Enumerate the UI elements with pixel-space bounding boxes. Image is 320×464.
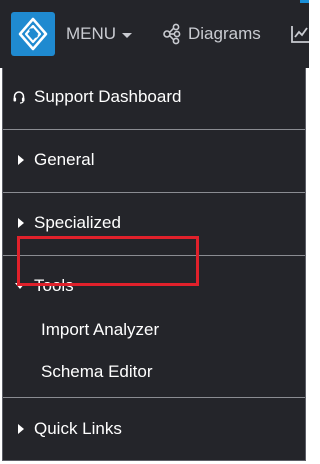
headset-icon	[13, 91, 25, 104]
caret-down-icon	[122, 32, 133, 38]
menu-item-label: Specialized	[34, 213, 121, 232]
menu-item-general[interactable]: General	[3, 147, 305, 173]
menu-item-quick-links[interactable]: Quick Links	[3, 416, 305, 442]
diamond-logo-icon	[18, 17, 48, 51]
menu-button-label: MENU	[66, 24, 117, 43]
diagrams-button-label: Diagrams	[188, 24, 261, 43]
triangle-right-icon	[18, 424, 24, 434]
submenu-item-import-analyzer[interactable]: Import Analyzer	[41, 320, 159, 340]
submenu-item-schema-editor[interactable]: Schema Editor	[41, 362, 153, 382]
menu-item-specialized[interactable]: Specialized	[3, 210, 305, 236]
menu-item-label: Quick Links	[34, 419, 122, 438]
menu-button[interactable]: MENU	[66, 22, 133, 46]
logo[interactable]	[11, 12, 55, 56]
triangle-right-icon	[18, 218, 24, 228]
chart-button[interactable]	[290, 24, 309, 44]
top-navbar: MENU Diagrams	[0, 0, 309, 68]
divider	[3, 192, 305, 193]
diagrams-button[interactable]: Diagrams	[162, 22, 261, 46]
menu-item-label: General	[34, 150, 95, 169]
submenu-item-label: Import Analyzer	[41, 320, 160, 339]
topbar-accent	[300, 0, 309, 3]
submenu-item-label: Schema Editor	[41, 362, 153, 381]
triangle-right-icon	[18, 155, 24, 165]
menu-item-label: Support Dashboard	[34, 87, 182, 106]
highlight-box	[17, 236, 199, 286]
diagram-nodes-icon	[163, 23, 181, 45]
chart-icon	[291, 26, 309, 43]
menu-item-support-dashboard[interactable]: Support Dashboard	[3, 84, 305, 110]
divider	[3, 397, 305, 398]
divider	[3, 129, 305, 130]
